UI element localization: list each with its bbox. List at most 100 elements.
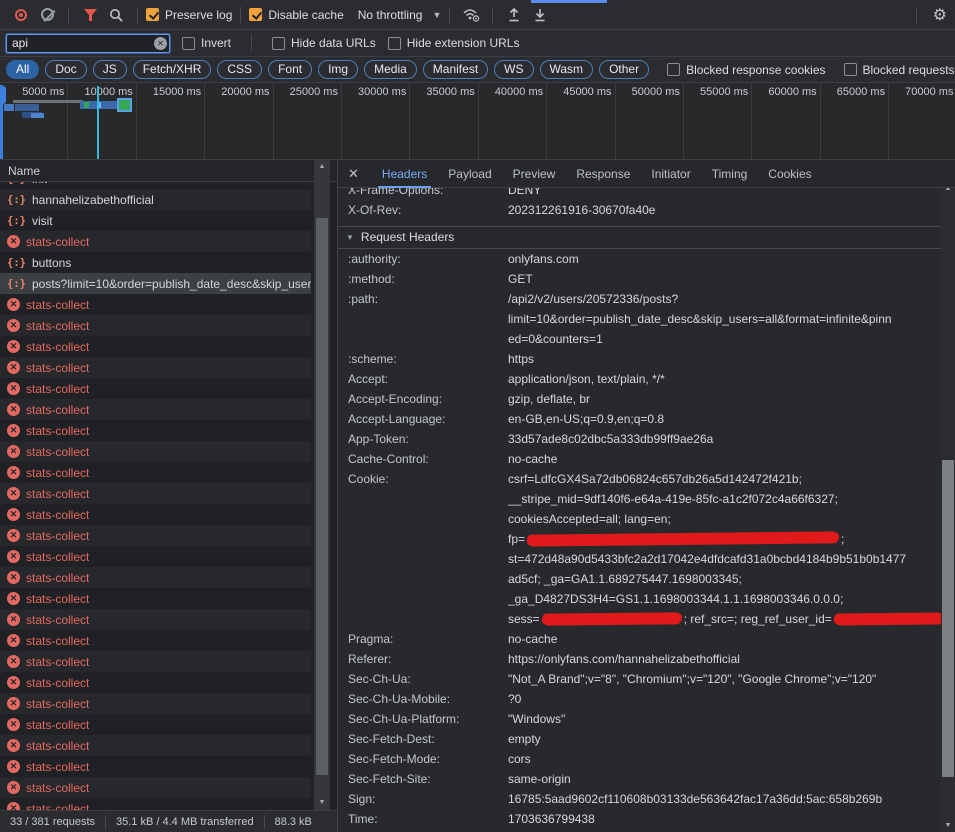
tab-timing[interactable]: Timing [712, 160, 748, 188]
request-row[interactable]: ✕stats-collect [0, 315, 311, 336]
checkbox-icon [667, 63, 680, 76]
tab-cookies[interactable]: Cookies [768, 160, 811, 188]
scroll-up-icon[interactable]: ▲ [314, 163, 330, 170]
preserve-log-checkbox[interactable]: Preserve log [146, 8, 232, 22]
type-pill-js[interactable]: JS [93, 60, 127, 79]
tab-headers[interactable]: Headers [382, 160, 427, 188]
timeline-tick-label: 20000 ms [205, 83, 272, 98]
type-pill-fetch-xhr[interactable]: Fetch/XHR [133, 60, 212, 79]
request-row[interactable]: ✕stats-collect [0, 546, 311, 567]
search-button[interactable] [103, 3, 129, 27]
request-row[interactable]: ✕stats-collect [0, 462, 311, 483]
request-row[interactable]: ✕stats-collect [0, 357, 311, 378]
settings-gear-icon[interactable]: ⚙ [933, 5, 947, 25]
request-row[interactable]: ✕stats-collect [0, 609, 311, 630]
header-name: X-Frame-Options: [348, 188, 508, 200]
clear-filter-icon[interactable]: ✕ [154, 37, 167, 50]
scrollbar-thumb[interactable] [316, 218, 328, 775]
tab-preview[interactable]: Preview [513, 160, 556, 188]
funnel-icon [84, 9, 97, 21]
request-row[interactable]: {:}init [0, 182, 311, 189]
timeline-tick-label: 45000 ms [547, 83, 614, 98]
type-pill-doc[interactable]: Doc [45, 60, 86, 79]
request-headers-section-header[interactable]: ▼ Request Headers [338, 226, 941, 249]
hide-data-urls-checkbox[interactable]: Hide data URLs [272, 36, 376, 50]
name-column-header[interactable]: Name [0, 160, 337, 182]
request-row[interactable]: {:}visit [0, 210, 311, 231]
json-icon: {:} [7, 194, 26, 206]
request-name: stats-collect [26, 718, 89, 732]
type-pill-other[interactable]: Other [599, 60, 649, 79]
import-har-button[interactable] [501, 3, 527, 27]
request-row[interactable]: ✕stats-collect [0, 231, 311, 252]
network-overview[interactable]: 5000 ms10000 ms15000 ms20000 ms25000 ms3… [0, 83, 955, 160]
filter-toggle-button[interactable] [77, 3, 103, 27]
close-icon[interactable]: ✕ [348, 166, 359, 182]
request-row[interactable]: {:}buttons [0, 252, 311, 273]
request-row[interactable]: {:}hannahelizabethofficial [0, 189, 311, 210]
request-row[interactable]: ✕stats-collect [0, 693, 311, 714]
request-row[interactable]: ✕stats-collect [0, 777, 311, 798]
network-conditions-button[interactable] [458, 3, 484, 27]
scrollbar-thumb[interactable] [942, 460, 954, 777]
request-name: stats-collect [26, 382, 89, 396]
divider [137, 7, 138, 23]
request-row[interactable]: ✕ stats-collect [0, 378, 311, 399]
type-pill-font[interactable]: Font [268, 60, 312, 79]
request-row[interactable]: ✕stats-collect [0, 336, 311, 357]
header-value-line: cookiesAccepted=all; lang=en; [508, 509, 941, 529]
request-row[interactable]: {:}posts?limit=10&order=publish_date_des… [0, 273, 311, 294]
request-row[interactable]: ✕stats-collect [0, 798, 311, 810]
filter-input[interactable] [6, 34, 170, 53]
hide-extension-urls-checkbox[interactable]: Hide extension URLs [388, 36, 520, 50]
type-pill-img[interactable]: Img [318, 60, 358, 79]
type-pill-wasm[interactable]: Wasm [540, 60, 594, 79]
request-row[interactable]: ✕stats-collect [0, 714, 311, 735]
clear-icon [41, 8, 54, 21]
header-value-line: 202312261916-30670fa40e [508, 200, 655, 220]
scroll-down-icon[interactable]: ▼ [941, 822, 955, 829]
request-name: stats-collect [26, 802, 89, 811]
clear-button[interactable] [34, 3, 60, 27]
request-row[interactable]: ✕stats-collect [0, 441, 311, 462]
invert-checkbox[interactable]: Invert [182, 36, 231, 50]
type-pill-ws[interactable]: WS [494, 60, 533, 79]
type-pill-css[interactable]: CSS [217, 60, 262, 79]
blocked-requests-checkbox[interactable]: Blocked requests [844, 63, 955, 77]
record-button[interactable] [8, 3, 34, 27]
request-row[interactable]: ✕stats-collect [0, 483, 311, 504]
disable-cache-checkbox[interactable]: Disable cache [249, 8, 343, 22]
throttling-dropdown[interactable]: No throttling ▼ [358, 8, 442, 22]
network-status-bar: 33 / 381 requests 35.1 kB / 4.4 MB trans… [0, 810, 337, 832]
request-row[interactable]: ✕stats-collect [0, 735, 311, 756]
tab-response[interactable]: Response [576, 160, 630, 188]
request-row[interactable]: ✕stats-collect [0, 672, 311, 693]
overview-left-handle[interactable] [0, 85, 3, 159]
request-row[interactable]: ✕stats-collect [0, 294, 311, 315]
request-row[interactable]: ✕stats-collect [0, 420, 311, 441]
tab-initiator[interactable]: Initiator [651, 160, 690, 188]
type-pill-manifest[interactable]: Manifest [423, 60, 488, 79]
request-list-scrollbar[interactable]: ▲ ▼ [314, 160, 330, 810]
error-icon: ✕ [7, 382, 20, 395]
request-row[interactable]: ✕stats-collect [0, 651, 311, 672]
tab-payload[interactable]: Payload [448, 160, 491, 188]
scroll-down-icon[interactable]: ▼ [314, 799, 330, 806]
details-scrollbar[interactable]: ▲ ▼ [941, 160, 955, 832]
header-name: Sec-Fetch-Dest: [348, 729, 508, 749]
request-row[interactable]: ✕stats-collect [0, 756, 311, 777]
request-row[interactable]: ✕stats-collect [0, 504, 311, 525]
timeline-tick: 5000 ms [0, 83, 68, 159]
error-icon: ✕ [7, 550, 20, 563]
request-name: stats-collect [26, 571, 89, 585]
request-row[interactable]: ✕stats-collect [0, 588, 311, 609]
type-pill-media[interactable]: Media [364, 60, 417, 79]
request-row[interactable]: ✕stats-collect [0, 630, 311, 651]
request-row[interactable]: ✕stats-collect [0, 399, 311, 420]
request-row[interactable]: ✕stats-collect [0, 525, 311, 546]
export-har-button[interactable] [527, 3, 553, 27]
request-row[interactable]: ✕stats-collect [0, 567, 311, 588]
blocked-response-cookies-checkbox[interactable]: Blocked response cookies [667, 63, 825, 77]
type-pill-all[interactable]: All [6, 60, 39, 79]
requests-count: 33 / 381 requests [10, 816, 95, 828]
